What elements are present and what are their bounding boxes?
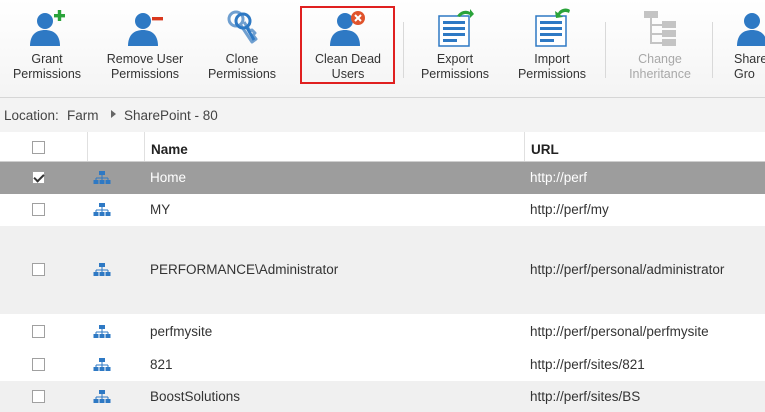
clone-permissions-label: Clone Permissions <box>207 52 277 81</box>
ribbon-toolbar: Grant Permissions Remove User Permission… <box>0 0 765 98</box>
site-hierarchy-icon <box>93 171 111 184</box>
site-hierarchy-icon <box>93 324 111 338</box>
change-inheritance-button[interactable]: Change Inheritance <box>618 0 702 97</box>
table-row[interactable]: PERFORMANCE\Administrator http://perf/per… <box>0 226 765 314</box>
remove-user-permissions-button[interactable]: Remove User Permissions <box>102 0 188 97</box>
row-url: http://perf/personal/administrator <box>530 262 725 277</box>
table-row[interactable]: BoostSolutions http://perf/sites/BS <box>0 381 765 412</box>
table-row[interactable]: Home http://perf <box>0 162 765 194</box>
table-row[interactable]: 821 http://perf/sites/821 <box>0 349 765 381</box>
grid-header: Name URL <box>0 132 765 162</box>
column-header-url[interactable]: URL <box>531 142 559 157</box>
remove-user-permissions-icon <box>128 13 163 46</box>
grant-permissions-icon <box>30 10 65 46</box>
sites-grid: Name URL Home http://perf MY http://perf/my… <box>0 132 765 412</box>
row-checkbox[interactable] <box>32 324 45 338</box>
breadcrumb-item-sharepoint[interactable]: SharePoint - 80 <box>124 108 218 123</box>
breadcrumb-item-farm[interactable]: Farm <box>67 108 99 123</box>
table-row[interactable]: perfmysite http://perf/personal/perfmysit… <box>0 314 765 349</box>
ribbon-separator <box>403 22 404 78</box>
grant-permissions-button[interactable]: Grant Permissions <box>8 0 86 97</box>
sharepoint-groups-label: Share Gro <box>734 52 765 81</box>
row-url: http://perf/sites/821 <box>530 357 645 372</box>
row-name: MY <box>150 202 171 217</box>
row-checkbox[interactable] <box>32 358 45 371</box>
ribbon-separator <box>605 22 606 78</box>
site-hierarchy-icon <box>93 389 111 403</box>
remove-user-permissions-label: Remove User Permissions <box>106 52 184 81</box>
import-permissions-icon <box>535 8 570 47</box>
export-permissions-icon <box>438 9 474 47</box>
select-all-checkbox[interactable] <box>32 141 45 154</box>
row-checkbox[interactable] <box>32 203 45 216</box>
location-label: Location: <box>4 108 59 123</box>
row-name: Home <box>150 170 187 185</box>
row-name: PERFORMANCE\Administrator <box>150 262 339 277</box>
column-divider <box>87 132 88 161</box>
clone-permissions-icon <box>227 10 258 44</box>
row-name: 821 <box>150 357 173 372</box>
row-url: http://perf/personal/perfmysite <box>530 323 709 339</box>
import-permissions-button[interactable]: Import Permissions <box>512 0 592 97</box>
row-name: BoostSolutions <box>150 388 241 404</box>
sharepoint-groups-icon <box>737 13 765 46</box>
grant-permissions-label: Grant Permissions <box>12 52 82 81</box>
site-hierarchy-icon <box>93 263 111 276</box>
export-permissions-label: Export Permissions <box>420 52 490 81</box>
row-checkbox[interactable] <box>32 171 45 184</box>
export-permissions-button[interactable]: Export Permissions <box>415 0 495 97</box>
clean-dead-users-button[interactable]: Clean Dead Users <box>300 0 396 97</box>
row-url: http://perf/my <box>530 202 609 217</box>
import-permissions-label: Import Permissions <box>517 52 587 81</box>
ribbon-separator <box>712 22 713 78</box>
change-inheritance-label: Change Inheritance <box>629 52 691 81</box>
row-url: http://perf <box>530 170 588 185</box>
clone-permissions-button[interactable]: Clone Permissions <box>203 0 281 97</box>
table-row[interactable]: MY http://perf/my <box>0 194 765 226</box>
clean-dead-users-label: Clean Dead Users <box>314 52 381 81</box>
row-checkbox[interactable] <box>32 389 45 403</box>
column-divider <box>524 132 525 161</box>
row-url: http://perf/sites/BS <box>530 388 641 404</box>
clean-dead-users-icon <box>330 11 365 46</box>
breadcrumb-separator-icon <box>111 110 116 118</box>
change-inheritance-icon <box>644 11 676 46</box>
site-hierarchy-icon <box>93 358 111 371</box>
sharepoint-groups-button[interactable]: Share Gro <box>725 0 765 97</box>
column-header-name[interactable]: Name <box>151 142 188 157</box>
location-breadcrumb: Location: Farm SharePoint - 80 <box>0 98 765 132</box>
row-name: perfmysite <box>150 323 213 339</box>
site-hierarchy-icon <box>93 203 111 216</box>
row-checkbox[interactable] <box>32 263 45 276</box>
column-divider <box>144 132 145 161</box>
